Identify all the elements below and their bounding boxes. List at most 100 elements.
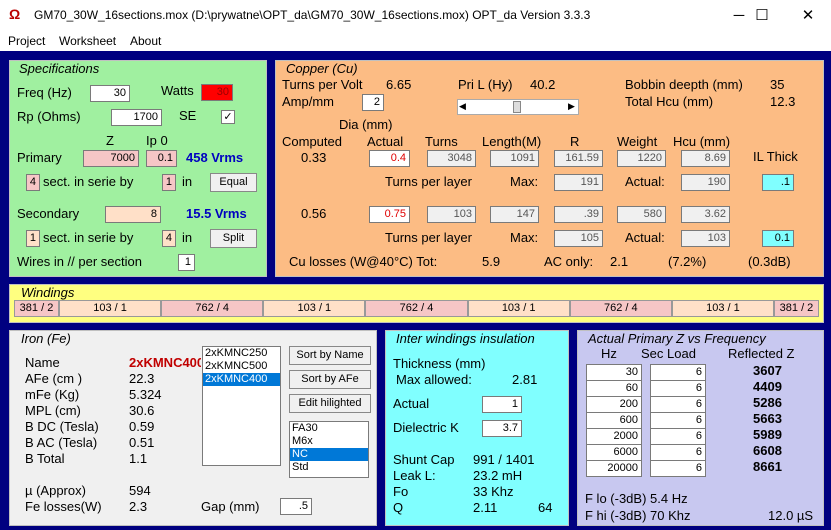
gap-input[interactable]: .5 xyxy=(280,498,312,515)
material-list-item[interactable]: Std xyxy=(290,461,368,474)
sort-by-afe-button[interactable]: Sort by AFe xyxy=(289,370,371,389)
rp-label: Rp (Ohms) xyxy=(17,109,81,124)
mu-label: µ (Approx) xyxy=(25,483,86,498)
menu-about[interactable]: About xyxy=(130,34,161,48)
amp-slider[interactable]: ◀ ▶ xyxy=(457,99,579,115)
edit-hilighted-button[interactable]: Edit hilighted xyxy=(289,394,371,413)
freq-load-input[interactable]: 6 xyxy=(650,444,706,461)
fo-label: Fo xyxy=(393,484,409,499)
freq-hz-input[interactable]: 2000 xyxy=(586,428,642,445)
aconly-db: (0.3dB) xyxy=(748,254,791,269)
maximize-button[interactable]: ☐ xyxy=(739,0,785,31)
bobbin-label: Bobbin deepth (mm) xyxy=(625,77,743,92)
freq-load-input[interactable]: 6 xyxy=(650,364,706,381)
reflected-z-value: 5286 xyxy=(753,395,782,410)
freq-hz-input[interactable]: 600 xyxy=(586,412,642,429)
material-list-item[interactable]: M6x xyxy=(290,435,368,448)
fhi-value: F hi (-3dB) 70 Khz xyxy=(585,508,691,523)
reflected-z-value: 6608 xyxy=(753,443,782,458)
core-listbox[interactable]: 2xKMNC250 2xKMNC500 2xKMNC400 xyxy=(202,346,281,466)
leak-value: 23.2 mH xyxy=(473,468,523,483)
tpv-label: Turns per Volt xyxy=(282,77,363,92)
sort-by-name-button[interactable]: Sort by Name xyxy=(289,346,371,365)
dielectric-label: Dielectric K xyxy=(393,420,459,435)
material-list-item-selected[interactable]: NC xyxy=(290,448,368,461)
primary-sect-label: sect. in serie by xyxy=(43,174,134,189)
amp-input[interactable]: 2 xyxy=(362,94,384,111)
freq-load-input[interactable]: 6 xyxy=(650,460,706,477)
se-checkbox[interactable]: ✓ xyxy=(221,110,235,124)
freq-input[interactable]: 30 xyxy=(90,85,130,102)
secondary-il-thick-input[interactable]: 0.1 xyxy=(762,230,794,247)
culoss-total: 5.9 xyxy=(482,254,501,269)
material-list-item[interactable]: FA30 xyxy=(290,422,368,435)
split-button[interactable]: Split xyxy=(210,229,257,248)
dia-label: Dia (mm) xyxy=(339,117,393,132)
secondary-vrms: 15.5 Vrms xyxy=(186,206,247,221)
title-bar: Ω GM70_30W_16sections.mox (D:\prywatne\O… xyxy=(0,0,831,31)
secondary-length: 147 xyxy=(490,206,539,223)
equal-button[interactable]: Equal xyxy=(210,173,257,192)
max-allowed-value: 2.81 xyxy=(512,372,538,387)
primary-z-input[interactable]: 7000 xyxy=(83,150,139,167)
freq-hz-input[interactable]: 20000 xyxy=(586,460,642,477)
aconly-label: AC only: xyxy=(544,254,594,269)
length-header: Length(M) xyxy=(482,134,542,149)
tpv-value: 6.65 xyxy=(386,77,412,92)
q-value-2: 64 xyxy=(538,500,553,515)
fe-losses-label: Fe losses(W) xyxy=(25,499,102,514)
primary-sections-input[interactable]: 4 xyxy=(26,174,40,191)
material-listbox[interactable]: FA30 M6x NC Std xyxy=(289,421,369,478)
freq-load-input[interactable]: 6 xyxy=(650,412,706,429)
slider-thumb[interactable] xyxy=(513,101,521,113)
primary-serie-input[interactable]: 1 xyxy=(162,174,176,191)
freq-hz-input[interactable]: 6000 xyxy=(586,444,642,461)
slider-right-arrow[interactable]: ▶ xyxy=(568,101,575,112)
secondary-z-input[interactable]: 8 xyxy=(105,206,161,223)
actual-thickness-label: Actual xyxy=(393,396,430,411)
winding-secondary-section: 103 / 1 xyxy=(671,300,774,317)
secondary-weight: 580 xyxy=(617,206,666,223)
core-name-label: Name xyxy=(25,355,60,370)
freq-hz-input[interactable]: 200 xyxy=(586,396,642,413)
freq-load-input[interactable]: 6 xyxy=(650,428,706,445)
secondary-actual-dia-input[interactable]: 0.75 xyxy=(369,206,410,223)
menu-bar: Project Worksheet About xyxy=(0,31,831,51)
dielectric-input[interactable]: 3.7 xyxy=(482,420,522,437)
weight-header: Weight xyxy=(617,134,658,149)
menu-project[interactable]: Project xyxy=(8,34,45,48)
core-list-item[interactable]: 2xKMNC500 xyxy=(203,360,280,373)
mpl-label: MPL (cm) xyxy=(25,403,81,418)
freq-load-input[interactable]: 6 xyxy=(650,380,706,397)
insulation-panel: Inter windings insulation Thickness (mm)… xyxy=(385,330,569,526)
primary-il-thick-input[interactable]: .1 xyxy=(762,174,794,191)
winding-primary-section: 762 / 4 xyxy=(161,300,264,317)
slider-left-arrow[interactable]: ◀ xyxy=(459,101,466,112)
menu-worksheet[interactable]: Worksheet xyxy=(59,34,116,48)
rp-input[interactable]: 1700 xyxy=(111,109,162,126)
amp-label: Amp/mm xyxy=(282,94,334,109)
primary-actual-dia-input[interactable]: 0.4 xyxy=(369,150,410,167)
close-button[interactable]: ✕ xyxy=(785,0,831,31)
primary-ip-input[interactable]: 0.1 xyxy=(146,150,177,167)
max-allowed-label: Max allowed: xyxy=(396,372,472,387)
computed-header: Computed xyxy=(282,134,342,149)
mfe-label: mFe (Kg) xyxy=(25,387,80,402)
watts-input[interactable]: 30 xyxy=(201,84,233,101)
core-list-item[interactable]: 2xKMNC250 xyxy=(203,347,280,360)
leak-label: Leak L: xyxy=(393,468,436,483)
freq-hz-input[interactable]: 60 xyxy=(586,380,642,397)
wires-input[interactable]: 1 xyxy=(178,254,195,271)
ip0-label: Ip 0 xyxy=(146,133,168,148)
bdc-label: B DC (Tesla) xyxy=(25,419,99,434)
afe-value: 22.3 xyxy=(129,371,155,386)
freq-load-input[interactable]: 6 xyxy=(650,396,706,413)
winding-secondary-section: 103 / 1 xyxy=(467,300,570,317)
secondary-serie-input[interactable]: 4 xyxy=(162,230,176,247)
freq-hz-input[interactable]: 30 xyxy=(586,364,642,381)
actual-thickness-input[interactable]: 1 xyxy=(482,396,522,413)
secondary-sections-input[interactable]: 1 xyxy=(26,230,40,247)
frequency-panel: Actual Primary Z vs Frequency Hz Sec Loa… xyxy=(577,330,824,526)
primary-actual-tpl-label: Actual: xyxy=(625,174,665,189)
core-list-item-selected[interactable]: 2xKMNC400 xyxy=(203,373,280,386)
